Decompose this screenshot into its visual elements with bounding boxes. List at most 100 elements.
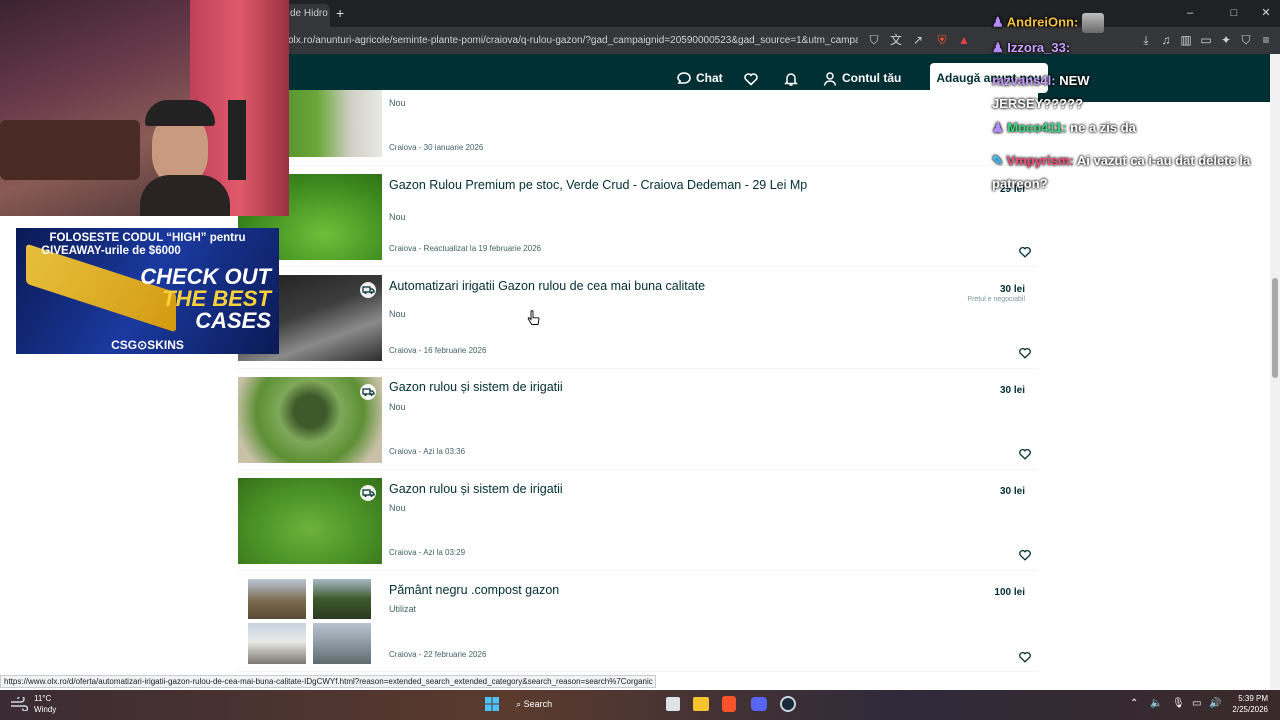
chat-username: Vmpyrism: bbox=[1006, 153, 1074, 168]
translate-icon[interactable]: 文 bbox=[888, 32, 904, 48]
search-icon: ⌕ bbox=[516, 699, 522, 709]
listing-title[interactable]: Automatizari irigatii Gazon rulou de cea… bbox=[389, 280, 809, 293]
listing-price: 30 lei bbox=[999, 486, 1025, 497]
listing-condition: Nou bbox=[389, 503, 406, 513]
discord-icon[interactable] bbox=[751, 697, 767, 711]
heart-icon[interactable] bbox=[1018, 548, 1032, 562]
listing-image[interactable] bbox=[238, 478, 382, 564]
wallet-icon[interactable]: ▭ bbox=[1198, 32, 1214, 48]
listing-card[interactable]: Gazon Rulou Premium pe stoc, Verde Crud … bbox=[238, 166, 1038, 267]
listing-title[interactable]: Gazon rulou și sistem de irigatii bbox=[389, 483, 809, 496]
rewards-icon[interactable]: ▲ bbox=[956, 32, 972, 48]
chat-message: ♟ Izzora_33: bbox=[992, 40, 1070, 56]
chat-badge-icon: ✎ bbox=[992, 153, 1003, 168]
bell-icon bbox=[784, 73, 798, 86]
chat-badge-icon: ♟ bbox=[992, 14, 1004, 30]
brave-browser-icon[interactable] bbox=[722, 696, 736, 712]
heart-icon bbox=[744, 73, 758, 86]
chat-username: razvans4l: bbox=[992, 73, 1056, 88]
account-label: Contul tău bbox=[842, 71, 902, 85]
heart-icon[interactable] bbox=[1018, 650, 1032, 664]
listing-condition: Nou bbox=[389, 98, 406, 108]
listing-location: Craiova - 30 ianuarie 2026 bbox=[389, 143, 484, 152]
listing-condition: Nou bbox=[389, 212, 406, 222]
negotiable-label: Prețul e negociabil bbox=[967, 296, 1025, 303]
file-explorer-icon[interactable] bbox=[693, 697, 709, 711]
listing-price: 30 lei bbox=[999, 284, 1025, 295]
chat-username: Moco411: bbox=[1007, 120, 1067, 135]
taskbar-search[interactable]: ⌕ Search bbox=[516, 699, 552, 710]
chat-username: Izzora_33: bbox=[1007, 40, 1071, 55]
new-tab-button[interactable]: + bbox=[336, 4, 350, 22]
delivery-truck-icon bbox=[360, 485, 376, 501]
chat-badge-icon: ♟ bbox=[992, 40, 1004, 55]
windows-start-icon[interactable] bbox=[484, 696, 500, 712]
tray-overflow-icon[interactable]: ⌃ bbox=[1130, 698, 1138, 709]
webcam-feed bbox=[0, 0, 289, 216]
hand-cursor-icon bbox=[527, 310, 540, 325]
volume-icon[interactable]: 🔊 bbox=[1209, 698, 1221, 709]
emote-image bbox=[1081, 13, 1104, 33]
heart-icon[interactable] bbox=[1018, 346, 1032, 360]
csgoskins-logo: CSG⊙SKINS bbox=[111, 338, 184, 352]
microphone-icon[interactable]: 🎙 bbox=[1172, 698, 1185, 709]
close-window-button[interactable]: ✕ bbox=[1256, 4, 1276, 22]
listing-card[interactable]: Gazon rulou și sistem de irigatii Nou Cr… bbox=[238, 369, 1038, 470]
listing-condition: Utilizat bbox=[389, 604, 417, 614]
chat-message: ✎ Vmpyrism: Ai vazut ca i-au dat delete … bbox=[992, 149, 1260, 195]
weather-temperature: 11°C bbox=[34, 694, 52, 703]
listing-card[interactable]: Gazon rulou și sistem de irigatii Nou Cr… bbox=[238, 470, 1038, 571]
weather-condition: Windy bbox=[34, 705, 57, 714]
leo-ai-icon[interactable]: ✦ bbox=[1218, 32, 1234, 48]
delivery-truck-icon bbox=[360, 282, 376, 298]
listing-title[interactable]: Gazon rulou și sistem de irigatii bbox=[389, 381, 809, 394]
listing-title[interactable]: Pământ negru .compost gazon bbox=[389, 584, 809, 597]
delivery-truck-icon bbox=[360, 384, 376, 400]
chat-message: ♟ Moco411: ne a zis da bbox=[992, 120, 1136, 136]
maximize-button[interactable]: □ bbox=[1224, 4, 1244, 22]
search-label: Search bbox=[523, 699, 553, 709]
vpn-icon[interactable]: ⛉ bbox=[1238, 32, 1254, 48]
minimize-button[interactable]: – bbox=[1180, 4, 1200, 22]
listing-image[interactable] bbox=[238, 579, 382, 665]
listing-image[interactable] bbox=[238, 377, 382, 463]
menu-icon[interactable]: ≡ bbox=[1258, 32, 1274, 48]
listing-card[interactable]: Pământ negru .compost gazon Utilizat Cra… bbox=[238, 571, 1038, 672]
heart-icon[interactable] bbox=[1018, 447, 1032, 461]
listing-title[interactable]: Gazon Rulou Premium pe stoc, Verde Crud … bbox=[389, 179, 809, 192]
heart-icon[interactable] bbox=[1018, 245, 1032, 259]
scrollbar-thumb[interactable] bbox=[1272, 278, 1278, 378]
chat-badge-icon: ♟ bbox=[992, 120, 1004, 135]
download-icon[interactable]: ⤓ bbox=[1138, 32, 1154, 48]
promo-line-1: FOLOSESTE CODUL “HIGH” pentru bbox=[49, 232, 246, 244]
clock-time[interactable]: 5:39 PM bbox=[1238, 694, 1268, 703]
taskbar bbox=[0, 690, 1280, 720]
listing-card[interactable]: Nou Craiova - 30 ianuarie 2026 bbox=[238, 90, 1038, 166]
brave-shield-icon[interactable]: ⛨ bbox=[934, 32, 950, 48]
media-icon[interactable]: ♫ bbox=[1158, 32, 1174, 48]
chat-label: Chat bbox=[696, 71, 723, 85]
steam-icon[interactable] bbox=[780, 696, 796, 712]
promo-line-2: GIVEAWAY-urile de $6000 bbox=[41, 245, 181, 257]
clock-date[interactable]: 2/25/2026 bbox=[1228, 705, 1268, 714]
listing-condition: Nou bbox=[389, 402, 406, 412]
listing-price: 30 lei bbox=[999, 385, 1025, 396]
listing-location: Craiova - Azi la 03:36 bbox=[389, 447, 466, 456]
windy-weather-icon[interactable] bbox=[10, 697, 28, 711]
chat-message: razvans4l: NEW JERSEY????? bbox=[992, 69, 1172, 115]
task-view-icon[interactable] bbox=[666, 697, 680, 711]
listing-card[interactable]: Automatizari irigatii Gazon rulou de cea… bbox=[238, 267, 1038, 369]
sidebar-icon[interactable]: ▥ bbox=[1178, 32, 1194, 48]
browser-tab[interactable]: de Hidro bbox=[284, 4, 330, 27]
network-icon[interactable]: ▭ bbox=[1192, 698, 1201, 709]
chat-username: AndreiOnn: bbox=[1006, 14, 1079, 30]
speaker-icon[interactable]: 🔈 bbox=[1150, 698, 1162, 709]
tracking-shield-icon[interactable]: ⛉ bbox=[866, 32, 882, 48]
share-icon[interactable]: ↗ bbox=[910, 32, 926, 48]
status-url-bar: https://www.olx.ro/d/oferta/automatizari… bbox=[0, 675, 656, 688]
listing-location: Craiova - Reactualizat la 19 februarie 2… bbox=[389, 244, 542, 253]
sponsor-promo-banner: FOLOSESTE CODUL “HIGH” pentru GIVEAWAY-u… bbox=[16, 228, 279, 354]
url-field[interactable]: olx.ro/anunturi-agricole/seminte-plante-… bbox=[288, 32, 858, 49]
chat-bubble-icon bbox=[677, 72, 691, 84]
listing-location: Craiova - 16 februarie 2026 bbox=[389, 346, 487, 355]
